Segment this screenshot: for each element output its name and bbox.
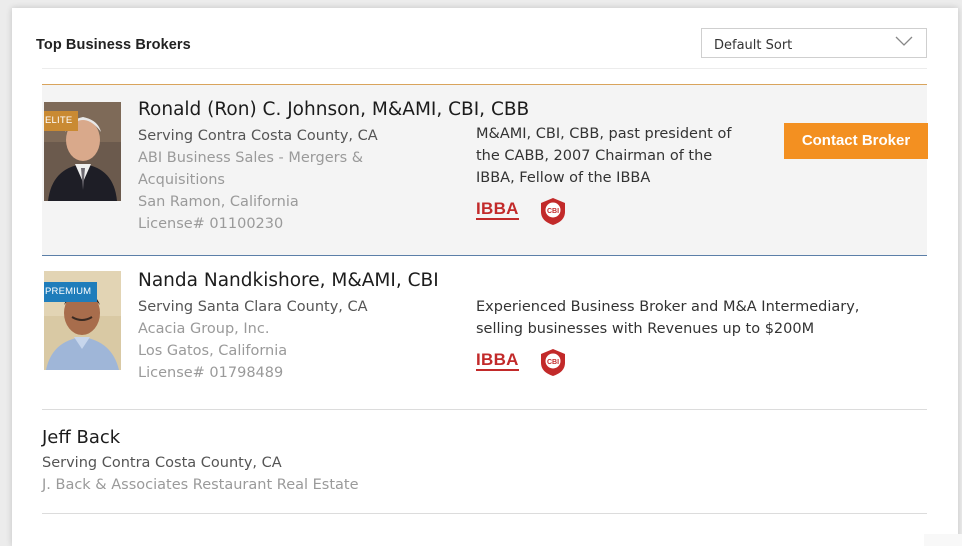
broker-serving-area: Serving Contra Costa County, CA — [138, 128, 378, 144]
broker-serving-area: Serving Contra Costa County, CA — [42, 455, 282, 471]
broker-company: ABI Business Sales - Mergers & — [138, 150, 364, 166]
header-divider — [42, 68, 927, 69]
affiliation-logos: IBBA CBI — [476, 347, 576, 376]
sort-dropdown[interactable]: Default Sort — [701, 28, 927, 58]
broker-company-cont: Acquisitions — [138, 172, 225, 188]
broker-license: License# 01798489 — [138, 365, 284, 381]
ibba-logo: IBBA — [476, 350, 519, 371]
cbi-logo-text: CBI — [547, 208, 559, 215]
broker-company: Acacia Group, Inc. — [138, 321, 270, 337]
broker-card-basic: Jeff Back Serving Contra Costa County, C… — [42, 410, 927, 514]
cbi-logo-text: CBI — [547, 359, 559, 366]
broker-card-premium: PREMIUM Nanda Nandkishore, M&AMI, CBI Se… — [42, 257, 927, 410]
scroll-corner — [924, 534, 962, 546]
broker-company: J. Back & Associates Restaurant Real Est… — [42, 477, 359, 493]
cbi-logo: CBI — [541, 349, 565, 376]
contact-broker-button[interactable]: Contact Broker — [784, 123, 928, 159]
broker-location: San Ramon, California — [138, 194, 299, 210]
cbi-logo: CBI — [541, 198, 565, 225]
tier-badge: PREMIUM — [44, 282, 98, 307]
broker-description: Experienced Business Broker and M&A Inte… — [476, 296, 859, 340]
brokers-panel: Top Business Brokers Default Sort ELITE … — [12, 8, 958, 546]
tier-badge: ELITE — [44, 111, 79, 136]
broker-name[interactable]: Jeff Back — [42, 427, 120, 448]
broker-name[interactable]: Nanda Nandkishore, M&AMI, CBI — [138, 270, 439, 291]
page-title: Top Business Brokers — [36, 37, 191, 53]
sort-selected-value: Default Sort — [714, 38, 793, 53]
broker-license: License# 01100230 — [138, 216, 284, 232]
description-line: M&AMI, CBI, CBB, past president of — [476, 126, 732, 142]
description-line: IBBA, Fellow of the IBBA — [476, 170, 651, 186]
broker-name[interactable]: Ronald (Ron) C. Johnson, M&AMI, CBI, CBB — [138, 99, 529, 120]
description-line: Experienced Business Broker and M&A Inte… — [476, 299, 860, 315]
affiliation-logos: IBBA CBI — [476, 196, 576, 225]
chevron-down-icon — [895, 36, 913, 46]
broker-photo[interactable]: ELITE — [44, 102, 121, 201]
description-line: the CABB, 2007 Chairman of the — [476, 148, 713, 164]
ibba-logo: IBBA — [476, 199, 519, 220]
broker-description: M&AMI, CBI, CBB, past president of the C… — [476, 123, 731, 189]
description-line: selling businesses with Revenues up to $… — [476, 321, 815, 337]
broker-location: Los Gatos, California — [138, 343, 288, 359]
broker-photo[interactable]: PREMIUM — [44, 271, 121, 370]
broker-card-elite: ELITE Ronald (Ron) C. Johnson, M&AMI, CB… — [42, 84, 928, 256]
broker-serving-area: Serving Santa Clara County, CA — [138, 299, 368, 315]
